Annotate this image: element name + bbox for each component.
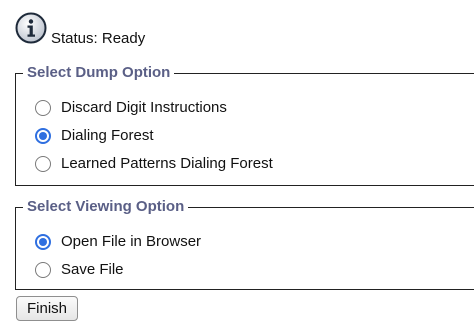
option-label: Dialing Forest <box>61 127 154 144</box>
viewing-option-legend: Select Viewing Option <box>23 197 189 217</box>
radio-learned-patterns-dialing-forest[interactable] <box>35 156 51 172</box>
dump-option-group: Select Dump Option Discard Digit Instruc… <box>15 63 474 186</box>
option-label: Open File in Browser <box>61 233 202 250</box>
status-text: Status: Ready <box>51 30 146 47</box>
dump-option-legend: Select Dump Option <box>23 63 175 83</box>
radio-save-file[interactable] <box>35 262 51 278</box>
option-label: Discard Digit Instructions <box>61 99 227 116</box>
option-dialing-forest[interactable]: Dialing Forest <box>35 126 154 146</box>
viewing-option-group: Select Viewing Option Open File in Brows… <box>15 197 474 290</box>
radio-dialing-forest[interactable] <box>35 128 51 144</box>
option-label: Save File <box>61 261 124 278</box>
option-label: Learned Patterns Dialing Forest <box>61 155 273 172</box>
option-save-file[interactable]: Save File <box>35 260 124 280</box>
finish-button[interactable]: Finish <box>16 296 78 321</box>
option-learned-patterns-dialing-forest[interactable]: Learned Patterns Dialing Forest <box>35 154 273 174</box>
option-open-file-in-browser[interactable]: Open File in Browser <box>35 232 201 252</box>
option-discard-digit-instructions[interactable]: Discard Digit Instructions <box>35 98 227 118</box>
radio-open-file-in-browser[interactable] <box>35 234 51 250</box>
info-icon <box>15 12 47 44</box>
radio-discard-digit-instructions[interactable] <box>35 100 51 116</box>
